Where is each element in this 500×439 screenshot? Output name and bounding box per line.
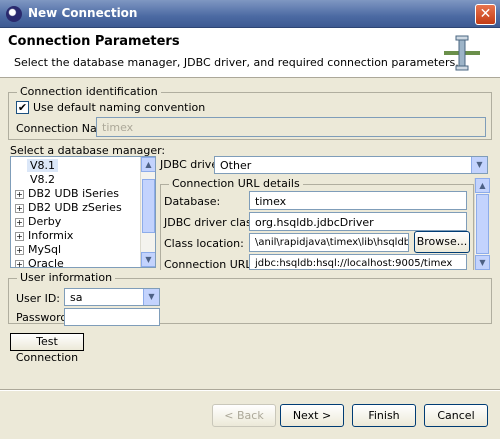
tree-item-db2-iseries[interactable]: + DB2 UDB iSeries <box>15 187 119 200</box>
driver-class-label: JDBC driver class: <box>164 216 262 229</box>
connection-identification-legend: Connection identification <box>17 85 161 98</box>
title-bar[interactable]: New Connection ✕ <box>0 0 500 28</box>
db-manager-tree[interactable]: V8.1 V8.2 + DB2 UDB iSeries + DB2 UDB zSer… <box>10 156 156 268</box>
tree-item-label: V8.1 <box>30 159 56 172</box>
expand-icon[interactable]: + <box>15 217 24 227</box>
tree-item-mysql[interactable]: + MySql <box>15 243 61 256</box>
tree-item-oracle[interactable]: + Oracle <box>15 257 64 268</box>
expand-icon[interactable]: + <box>15 231 24 241</box>
page-title: Connection Parameters <box>8 34 180 49</box>
window-title: New Connection <box>28 6 138 20</box>
tree-item-label: Derby <box>28 215 62 228</box>
class-location-label: Class location: <box>164 237 244 250</box>
cancel-button[interactable]: Cancel <box>424 404 488 427</box>
database-field[interactable]: timex <box>249 191 467 210</box>
user-information-legend: User information <box>17 271 116 284</box>
scroll-up-icon[interactable]: ▲ <box>475 178 490 193</box>
connection-url-field[interactable]: jdbc:hsqldb:hsql://localhost:9005/timex <box>249 254 467 270</box>
tree-item-label: Oracle <box>28 257 64 268</box>
connection-url-details-legend: Connection URL details <box>169 177 303 190</box>
close-window-button[interactable]: ✕ <box>475 4 496 25</box>
url-details-scrollbar[interactable]: ▲ ▼ <box>474 178 490 270</box>
use-default-naming-checkbox[interactable]: ✔ <box>16 101 29 114</box>
user-id-value: sa <box>70 291 83 304</box>
tree-item-label: V8.2 <box>30 173 56 186</box>
connection-name-field[interactable]: timex <box>96 117 486 137</box>
jdbc-driver-value: Other <box>220 159 252 172</box>
page-description: Select the database manager, JDBC driver… <box>14 56 459 69</box>
database-label: Database: <box>164 195 221 208</box>
driver-class-field[interactable]: org.hsqldb.jdbcDriver <box>249 212 467 231</box>
tree-item-v81[interactable]: V8.1 <box>27 159 59 172</box>
scroll-down-icon[interactable]: ▼ <box>475 255 490 270</box>
scroll-thumb[interactable] <box>142 179 155 233</box>
test-connection-button[interactable]: Test Connection <box>10 333 84 364</box>
tree-item-db2-zseries[interactable]: + DB2 UDB zSeries <box>15 201 122 214</box>
chevron-down-icon[interactable]: ▼ <box>471 157 487 173</box>
tree-item-label: MySql <box>28 243 62 256</box>
bottom-separator <box>0 389 500 391</box>
browse-button[interactable]: Browse... <box>414 231 470 253</box>
class-location-field[interactable]: \anil\rapidjava\timex\lib\hsqldb.jar <box>249 233 409 252</box>
db-manager-scrollbar[interactable]: ▲ ▼ <box>140 157 155 267</box>
use-default-naming-label: Use default naming convention <box>33 101 206 114</box>
connection-url-label: Connection URL: <box>164 258 256 271</box>
wizard-header: Connection Parameters Select the databas… <box>0 28 500 78</box>
jdbc-driver-select[interactable]: Other ▼ <box>214 156 488 174</box>
back-button[interactable]: < Back <box>212 404 276 427</box>
tree-item-label: DB2 UDB iSeries <box>28 187 119 200</box>
expand-icon[interactable]: + <box>15 189 24 199</box>
user-id-label: User ID: <box>16 292 60 305</box>
tree-item-derby[interactable]: + Derby <box>15 215 61 228</box>
user-id-combo[interactable]: sa ▼ <box>64 288 160 306</box>
password-field[interactable] <box>64 308 160 326</box>
scroll-thumb[interactable] <box>476 194 489 254</box>
finish-button[interactable]: Finish <box>352 404 416 427</box>
tree-item-informix[interactable]: + Informix <box>15 229 73 242</box>
password-label: Password: <box>16 311 72 324</box>
eclipse-logo-icon <box>6 6 22 22</box>
tree-item-label: DB2 UDB zSeries <box>28 201 122 214</box>
tree-item-label: Informix <box>28 229 74 242</box>
expand-icon[interactable]: + <box>15 203 24 213</box>
scroll-down-icon[interactable]: ▼ <box>141 252 155 267</box>
expand-icon[interactable]: + <box>15 259 24 267</box>
expand-icon[interactable]: + <box>15 245 24 255</box>
chevron-down-icon[interactable]: ▼ <box>143 289 159 305</box>
tree-item-v82[interactable]: V8.2 <box>27 173 58 186</box>
scroll-up-icon[interactable]: ▲ <box>141 157 155 172</box>
database-connection-icon <box>444 35 480 71</box>
next-button[interactable]: Next > <box>280 404 344 427</box>
